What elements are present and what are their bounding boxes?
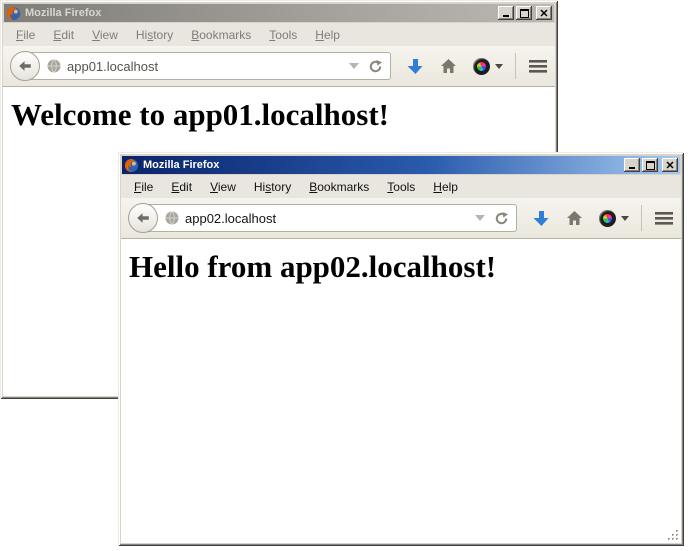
url-dropdown-icon[interactable] [475,215,485,221]
url-text[interactable]: app01.localhost [67,59,158,74]
maximize-icon [646,161,655,170]
firefox-icon [6,6,21,21]
back-button[interactable] [128,203,158,233]
close-button[interactable] [536,6,552,20]
menu-item-history[interactable]: History [245,177,300,197]
download-icon [533,210,550,227]
maximize-button[interactable] [642,158,658,172]
resize-grip-icon[interactable] [666,528,679,541]
minimize-icon [502,9,510,17]
download-button[interactable] [533,210,550,227]
close-icon [540,9,548,17]
menu-item-history[interactable]: History [127,25,182,45]
home-button[interactable] [440,58,457,74]
menu-item-file[interactable]: File [7,25,44,45]
menu-item-help[interactable]: Help [424,177,467,197]
window-title: Mozilla Firefox [25,7,101,19]
menu-icon [528,59,548,74]
back-icon [17,58,33,74]
navigation-toolbar: app02.localhost [121,198,681,239]
page-heading: Hello from app02.localhost! [129,249,681,285]
menu-bar: FileEditViewHistoryBookmarksToolsHelp [3,23,555,46]
menu-bar: FileEditViewHistoryBookmarksToolsHelp [121,175,681,198]
titlebar[interactable]: Mozilla Firefox [122,156,680,174]
minimize-icon [628,161,636,169]
globe-icon [165,211,179,225]
close-icon [666,161,674,169]
menu-item-edit[interactable]: Edit [162,177,201,197]
reload-icon[interactable] [494,211,509,226]
toolbar-separator [641,205,642,231]
toolbar-separator [515,53,516,79]
titlebar[interactable]: Mozilla Firefox [4,4,554,22]
menu-item-tools[interactable]: Tools [378,177,424,197]
close-button[interactable] [662,158,678,172]
menu-item-bookmarks[interactable]: Bookmarks [182,25,260,45]
minimize-button[interactable] [498,6,514,20]
lens-icon [599,210,616,227]
navigation-toolbar: app01.localhost [3,46,555,87]
reload-icon[interactable] [368,59,383,74]
url-dropdown-icon[interactable] [349,63,359,69]
menu-item-tools[interactable]: Tools [260,25,306,45]
menu-item-edit[interactable]: Edit [44,25,83,45]
menu-item-help[interactable]: Help [306,25,349,45]
download-icon [407,58,424,75]
addon-dropdown-icon [621,216,629,221]
download-button[interactable] [407,58,424,75]
menu-item-file[interactable]: File [125,177,162,197]
url-bar[interactable]: app02.localhost [142,204,517,232]
menu-panel-button[interactable] [654,211,674,226]
home-icon [566,210,583,226]
page-heading: Welcome to app01.localhost! [11,97,555,133]
addon-dropdown-icon [495,64,503,69]
firefox-icon [124,158,139,173]
url-text[interactable]: app02.localhost [185,211,276,226]
url-bar[interactable]: app01.localhost [24,52,391,80]
globe-icon [47,59,61,73]
home-button[interactable] [566,210,583,226]
page-content: Hello from app02.localhost! [121,239,681,543]
menu-panel-button[interactable] [528,59,548,74]
back-icon [135,210,151,226]
browser-window-app02[interactable]: Mozilla Firefox FileEditViewHistoryBookm… [118,152,684,546]
maximize-button[interactable] [516,6,532,20]
menu-item-view[interactable]: View [201,177,245,197]
maximize-icon [520,9,529,18]
menu-item-bookmarks[interactable]: Bookmarks [300,177,378,197]
menu-icon [654,211,674,226]
lens-icon [473,58,490,75]
back-button[interactable] [10,51,40,81]
home-icon [440,58,457,74]
addon-button[interactable] [599,210,629,227]
minimize-button[interactable] [624,158,640,172]
menu-item-view[interactable]: View [83,25,127,45]
window-title: Mozilla Firefox [143,159,219,171]
addon-button[interactable] [473,58,503,75]
